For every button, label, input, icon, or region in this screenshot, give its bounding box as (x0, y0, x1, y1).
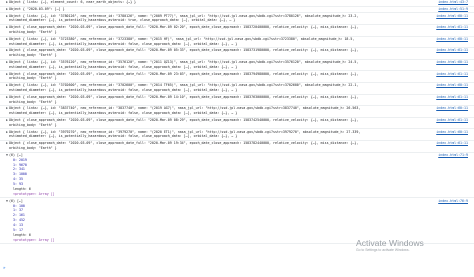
activate-windows-watermark: Activate Windows Go to Settings to activ… (356, 238, 424, 252)
source-link[interactable]: index.html:61:11 (436, 141, 468, 146)
expand-arrow-icon[interactable]: ▶ (6, 0, 8, 5)
expand-arrow-icon[interactable]: ▶ (6, 72, 8, 77)
watermark-title: Activate Windows (356, 238, 424, 248)
source-link[interactable]: index.html:43:7 (438, 0, 468, 5)
console-row[interactable]: ▶ Object { close_approach_date: "2020-03… (0, 118, 474, 130)
console-row[interactable]: ▶ Object { close_approach_date: "2020-03… (0, 48, 474, 60)
source-link[interactable]: index.html:60:11 (436, 130, 468, 135)
log-line-continuation: orbiting_body: "Earth" } (9, 53, 57, 58)
console-row[interactable]: ▶ Object { links: {…}, id: "3702600", ne… (0, 83, 474, 95)
console-row[interactable]: ▶ Object { links: {…}, id: "3979270", ne… (0, 129, 474, 141)
collapse-arrow-icon[interactable]: ▼ (6, 153, 8, 158)
log-line-continuation: orbiting_body: "Earth" } (9, 99, 57, 104)
source-link[interactable]: index.html:61:11 (436, 118, 468, 123)
console-row[interactable]: ▶ Object { "2020-03-09": […] } index.htm… (0, 7, 474, 14)
expand-arrow-icon[interactable]: ▶ (6, 25, 8, 30)
collapse-arrow-icon[interactable]: ▼ (6, 199, 8, 204)
console-row[interactable]: ▶ Object { close_approach_date: "2020-03… (0, 25, 474, 37)
log-line: Object { links: {…}, element_count: 6, n… (9, 0, 137, 5)
expand-arrow-icon[interactable]: ▶ (6, 14, 8, 19)
expand-arrow-icon[interactable]: ▶ (6, 118, 8, 123)
source-link[interactable]: index.html:51:9 (438, 7, 468, 12)
source-link[interactable]: index.html:61:11 (436, 95, 468, 100)
console-row[interactable]: ▶ Object { links: {…}, id: "3723380", ne… (0, 37, 474, 49)
source-link[interactable]: index.html:60:11 (436, 14, 468, 19)
expand-arrow-icon[interactable]: ▶ (6, 106, 8, 111)
expand-arrow-icon[interactable]: ▶ (6, 83, 8, 88)
console-row[interactable]: ▶ Object { close_approach_date: "2020-03… (0, 95, 474, 107)
log-line-continuation: orbiting_body: "Earth" } (9, 146, 57, 150)
log-line-continuation: orbiting_body: "Earth" } (9, 30, 57, 35)
log-line-continuation: estimated_diameter: {…}, is_potentially_… (9, 88, 238, 93)
log-line-continuation: estimated_diameter: {…}, is_potentially_… (9, 111, 238, 116)
source-link[interactable]: index.html:60:11 (436, 60, 468, 65)
log-line-continuation: estimated_diameter: {…}, is_potentially_… (9, 134, 238, 139)
console-row[interactable]: ▶ Object { links: {…}, element_count: 6,… (0, 0, 474, 7)
expand-arrow-icon[interactable]: ▶ (6, 130, 8, 135)
log-line-continuation: estimated_diameter: {…}, is_potentially_… (9, 41, 238, 46)
console-row[interactable]: ▶ Object { close_approach_date: "2020-03… (0, 141, 474, 153)
source-link[interactable]: index.html:60:11 (436, 37, 468, 42)
log-line: Object { "2020-03-09": […] } (9, 6, 65, 11)
source-link[interactable]: index.html:71:9 (438, 153, 468, 158)
log-line-continuation: estimated_diameter: {…}, is_potentially_… (9, 64, 238, 69)
source-link[interactable]: index.html:61:11 (436, 72, 468, 77)
log-line-continuation: estimated_diameter: {…}, is_potentially_… (9, 18, 236, 23)
source-link[interactable]: index.html:60:11 (436, 106, 468, 111)
array-prototype[interactable]: <prototype>: Array [] (9, 192, 440, 197)
expand-arrow-icon[interactable]: ▶ (6, 141, 8, 146)
expand-arrow-icon[interactable]: ▶ (6, 7, 8, 12)
console-row[interactable]: ▶ Object { close_approach_date: "2020-03… (0, 71, 474, 83)
source-link[interactable]: index.html:60:11 (436, 83, 468, 88)
array-log-entry[interactable]: ▼ (6) […] index.html:71:9 0: 2019 1: 967… (0, 153, 474, 199)
console-row[interactable]: ▶ Object { links: {…}, id: "3837740", ne… (0, 106, 474, 118)
expand-arrow-icon[interactable]: ▶ (6, 95, 8, 100)
console-row[interactable]: ▶ Object { links: {…}, id: "3780126", ne… (0, 13, 474, 25)
expand-arrow-icon[interactable]: ▶ (6, 37, 8, 42)
console-output: ▶ Object { links: {…}, element_count: 6,… (0, 0, 474, 245)
log-line-continuation: orbiting_body: "Earth" } (9, 122, 57, 127)
source-link[interactable]: index.html:76:9 (438, 199, 468, 204)
expand-arrow-icon[interactable]: ▶ (6, 48, 8, 53)
watermark-subtitle: Go to Settings to activate Windows. (356, 248, 410, 252)
console-input-prompt[interactable]: » (3, 265, 6, 271)
source-link[interactable]: index.html:61:11 (436, 25, 468, 30)
log-line-continuation: orbiting_body: "Earth" } (9, 76, 57, 81)
console-row[interactable]: ▶ Object { links: {…}, id: "3576120", ne… (0, 60, 474, 72)
source-link[interactable]: index.html:61:11 (436, 48, 468, 53)
expand-arrow-icon[interactable]: ▶ (6, 60, 8, 65)
